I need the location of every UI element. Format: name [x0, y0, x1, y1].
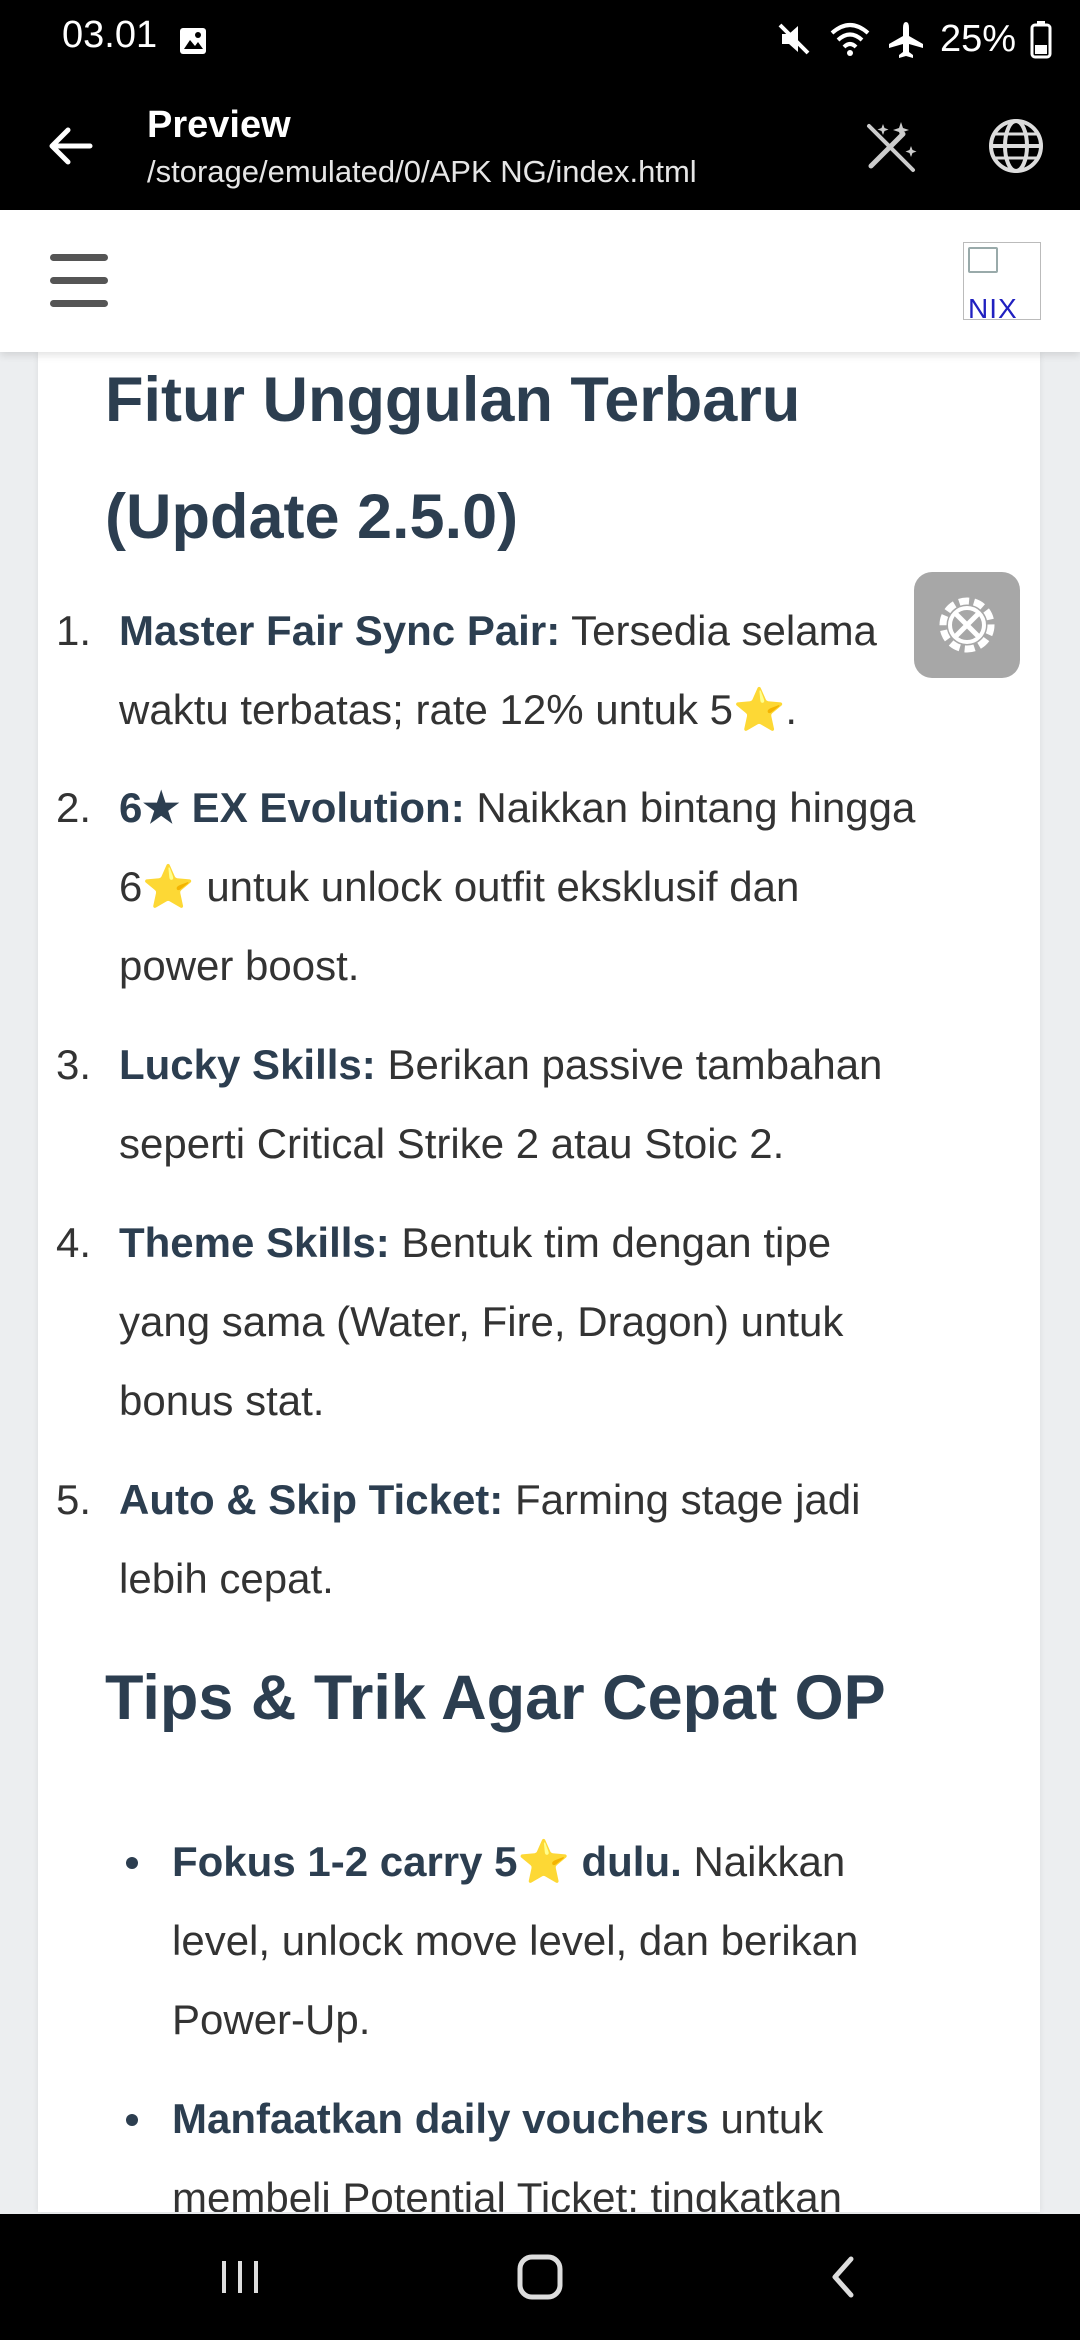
toolbar-title: Preview: [147, 104, 291, 146]
globe-button[interactable]: [980, 110, 1052, 182]
broken-image-icon: [968, 247, 998, 273]
status-bar: 03.01 25%: [0, 0, 1080, 80]
star-emoji: ⭐: [733, 686, 786, 733]
recents-icon: [222, 2261, 258, 2293]
wifi-icon: [830, 23, 870, 56]
system-nav-bar: [0, 2214, 1080, 2340]
section-heading-features: Fitur Unggulan Terbaru (Update 2.5.0): [105, 365, 801, 552]
back-icon: [832, 2256, 854, 2298]
image-icon: [180, 28, 206, 54]
globe-icon: [989, 119, 1043, 173]
recents-button[interactable]: [200, 2244, 280, 2310]
back-button[interactable]: [36, 116, 104, 176]
logo-alt-text: NIX: [968, 293, 1018, 320]
status-time: 03.01: [62, 14, 158, 56]
bullet: [126, 1857, 138, 1869]
article-card: Fitur Unggulan Terbaru (Update 2.5.0) 1.…: [38, 352, 1040, 2212]
floating-settings-button[interactable]: [914, 572, 1020, 678]
star-emoji: ⭐: [517, 1838, 570, 1885]
star-emoji: ⭐: [142, 863, 195, 910]
star-char: ★: [142, 784, 181, 831]
site-header: NIX: [0, 210, 1080, 352]
battery-percent: 25%: [939, 17, 1016, 60]
app-toolbar: Preview /storage/emulated/0/APK NG/index…: [0, 80, 1080, 210]
nav-back-button[interactable]: [803, 2244, 883, 2310]
magic-wand-off-icon: [867, 122, 917, 172]
home-icon: [517, 2254, 563, 2300]
mute-icon: [778, 23, 810, 55]
bullet: [126, 2114, 138, 2126]
section-heading-tips: Tips & Trik Agar Cepat OP: [105, 1663, 886, 1733]
home-button[interactable]: [500, 2244, 580, 2310]
back-arrow-icon: [49, 127, 93, 165]
hamburger-menu-icon[interactable]: [50, 254, 110, 308]
settings-tools-icon: [939, 597, 995, 653]
site-logo[interactable]: NIX: [963, 242, 1041, 320]
magic-wand-button[interactable]: [855, 110, 927, 182]
toolbar-file-path: /storage/emulated/0/APK NG/index.html: [147, 154, 697, 189]
airplane-icon: [888, 22, 923, 58]
battery-icon: [1030, 21, 1052, 59]
